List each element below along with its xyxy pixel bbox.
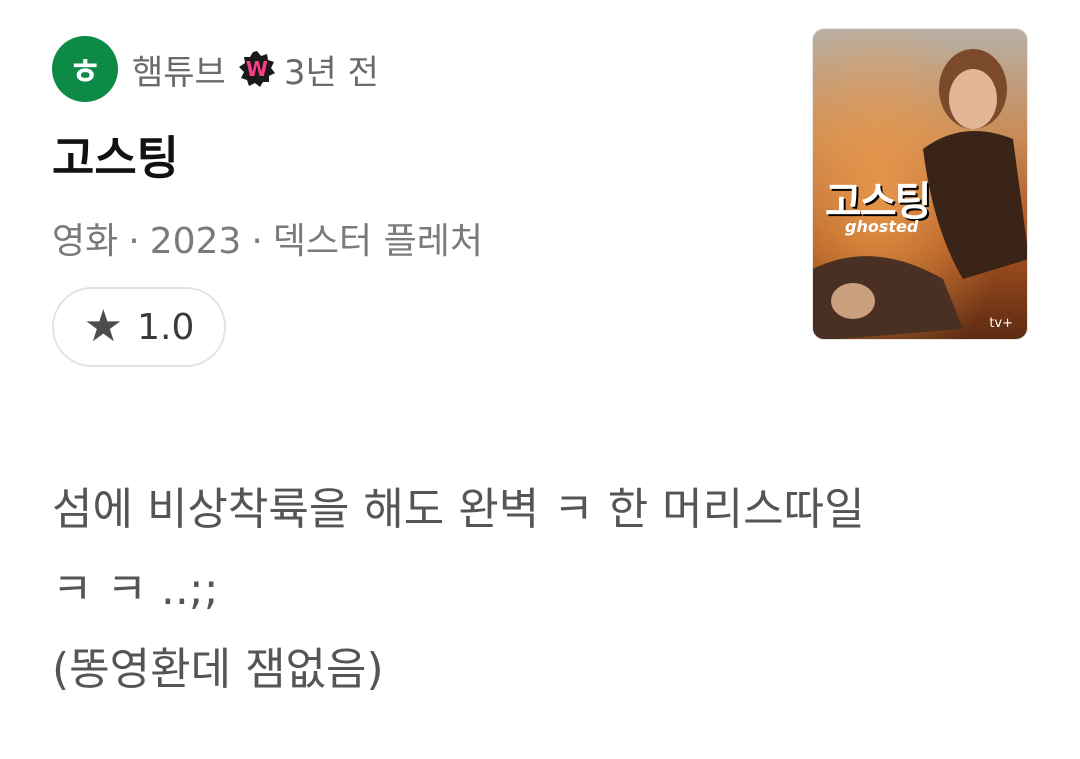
apple-tv-logo-icon: tv+ [989,316,1013,331]
star-icon: ★ [83,301,124,352]
meta-separator: · [128,221,140,262]
review-card: ㅎ 햄튜브 W 3년 전 고스팅 영화 · 2023 · 덱스터 플레처 ★ 1.0 [0,0,1080,759]
movie-poster[interactable]: 고스팅 ghosted tv+ [812,28,1028,340]
rating-pill: ★ 1.0 [52,287,226,367]
meta-separator: · [251,221,263,262]
badge-letter: W [245,57,268,81]
meta-director: 덱스터 플레처 [272,221,483,262]
meta-category: 영화 [52,221,119,262]
review-text: 섬에 비상착륙을 해도 완벽 ㅋ 한 머리스따일 ㅋ ㅋ ..;; (똥영환데 … [52,470,1032,710]
rating-value: 1.0 [137,306,195,348]
content-title[interactable]: 고스팅 [52,122,179,188]
writer-badge-icon: W [238,50,276,88]
apple-tv-logo-text: tv+ [989,316,1013,331]
review-line: ㅋ ㅋ ..;; [52,564,219,615]
author-name[interactable]: 햄튜브 [132,45,226,94]
review-line: (똥영환데 잼없음) [52,644,384,695]
content-meta: 영화 · 2023 · 덱스터 플레처 [52,212,483,264]
post-time: 3년 전 [283,52,379,93]
review-header: ㅎ 햄튜브 W 3년 전 [52,36,379,102]
poster-subtitle: ghosted [845,217,919,236]
avatar[interactable]: ㅎ [52,36,118,102]
meta-year: 2023 [149,221,242,262]
review-line: 섬에 비상착륙을 해도 완벽 ㅋ 한 머리스따일 [52,484,865,535]
